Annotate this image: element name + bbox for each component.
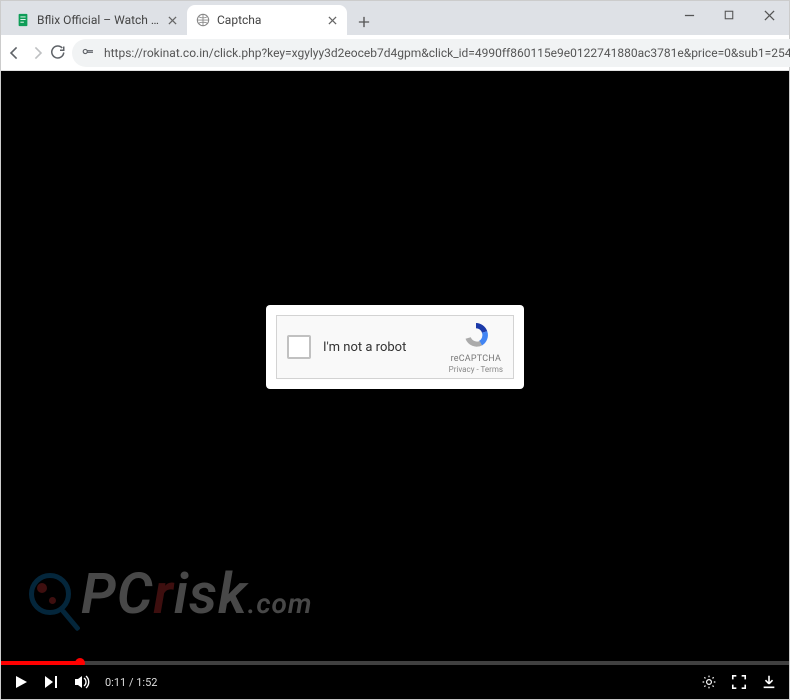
tab-favicon-globe-icon bbox=[195, 12, 211, 28]
tab-title: Bflix Official – Watch Movies an… bbox=[37, 13, 159, 27]
browser-toolbar: https://rokinat.co.in/click.php?key=xgyl… bbox=[1, 35, 789, 71]
tab-inactive[interactable]: Bflix Official – Watch Movies an… bbox=[7, 5, 187, 35]
close-icon[interactable] bbox=[165, 13, 179, 27]
watermark-text: PCrisk.com bbox=[81, 561, 312, 627]
wm-domain: .com bbox=[248, 587, 313, 620]
captcha-widget: I'm not a robot reCAPTCHA Privacy - Term… bbox=[276, 315, 514, 379]
site-info-icon[interactable] bbox=[82, 45, 96, 61]
window-controls bbox=[675, 5, 783, 25]
captcha-checkbox[interactable] bbox=[287, 335, 311, 359]
magnifier-bug-icon bbox=[29, 573, 71, 615]
captcha-brand: reCAPTCHA Privacy - Terms bbox=[449, 320, 503, 374]
tab-strip: Bflix Official – Watch Movies an… Captch… bbox=[1, 1, 789, 35]
new-tab-button[interactable] bbox=[351, 9, 377, 35]
wm-pc: PC bbox=[81, 561, 153, 627]
tab-title: Captcha bbox=[217, 13, 319, 27]
url-text: https://rokinat.co.in/click.php?key=xgyl… bbox=[104, 46, 790, 60]
captcha-brand-links[interactable]: Privacy - Terms bbox=[449, 365, 503, 374]
tab-active[interactable]: Captcha bbox=[187, 5, 347, 35]
wm-r: r bbox=[153, 561, 174, 627]
window-close-button[interactable] bbox=[755, 5, 783, 25]
volume-button[interactable] bbox=[73, 673, 91, 691]
nav-forward-button[interactable] bbox=[29, 39, 45, 67]
video-controls: 0:11 / 1:52 bbox=[1, 665, 789, 699]
captcha-label: I'm not a robot bbox=[323, 340, 437, 355]
fullscreen-button[interactable] bbox=[731, 674, 747, 690]
nav-back-button[interactable] bbox=[7, 39, 23, 67]
time-current: 0:11 bbox=[105, 676, 126, 689]
time-sep: / bbox=[126, 676, 136, 689]
play-button[interactable] bbox=[13, 674, 29, 690]
address-bar[interactable]: https://rokinat.co.in/click.php?key=xgyl… bbox=[72, 39, 790, 67]
browser-window: Bflix Official – Watch Movies an… Captch… bbox=[0, 0, 790, 700]
tab-favicon-doc-icon bbox=[15, 12, 31, 28]
pcrisk-watermark: PCrisk.com bbox=[29, 561, 312, 627]
download-button[interactable] bbox=[761, 674, 777, 690]
nav-reload-button[interactable] bbox=[51, 39, 66, 67]
recaptcha-logo-icon bbox=[461, 320, 491, 353]
settings-gear-icon[interactable] bbox=[701, 674, 717, 690]
window-minimize-button[interactable] bbox=[675, 5, 703, 25]
captcha-dialog: I'm not a robot reCAPTCHA Privacy - Term… bbox=[266, 305, 524, 389]
page-content: I'm not a robot reCAPTCHA Privacy - Term… bbox=[1, 71, 789, 699]
captcha-brand-name: reCAPTCHA bbox=[451, 354, 501, 364]
wm-isk: isk bbox=[174, 561, 248, 627]
next-button[interactable] bbox=[43, 674, 59, 690]
window-maximize-button[interactable] bbox=[715, 5, 743, 25]
time-total: 1:52 bbox=[136, 676, 157, 689]
close-icon[interactable] bbox=[325, 13, 339, 27]
video-time: 0:11 / 1:52 bbox=[105, 676, 157, 689]
